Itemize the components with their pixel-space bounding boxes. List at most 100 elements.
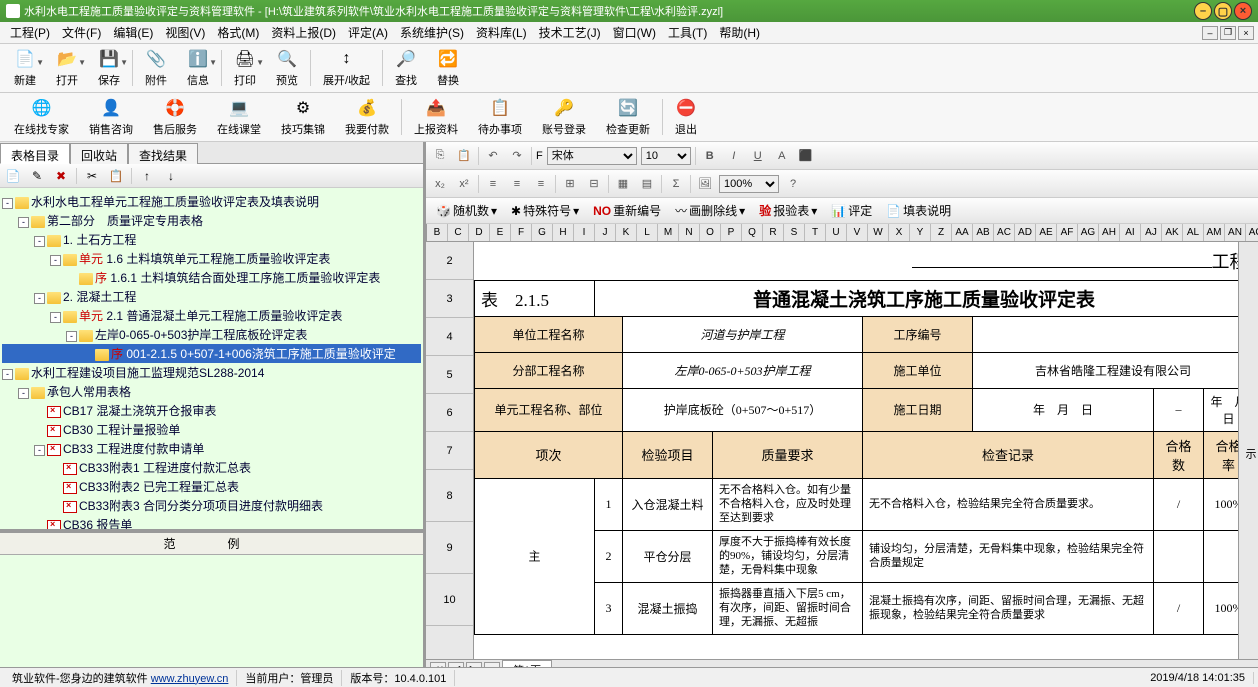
menu-item[interactable]: 视图(V) <box>159 24 211 42</box>
menu-item[interactable]: 系统维护(S) <box>394 24 470 42</box>
tree-toggle-icon[interactable]: - <box>2 369 13 380</box>
col-header[interactable]: AC <box>994 224 1015 241</box>
tool-技巧集锦[interactable]: ⚙技巧集锦 <box>271 95 335 139</box>
tree-del-icon[interactable]: ✖ <box>52 167 70 185</box>
row-header[interactable]: 3 <box>426 280 473 318</box>
draw-del-button[interactable]: 〰画删除线▾ <box>671 200 749 221</box>
menu-item[interactable]: 工程(P) <box>4 24 56 42</box>
col-header[interactable]: AK <box>1162 224 1183 241</box>
tool-查找[interactable]: 🔎查找 <box>385 46 427 90</box>
tree-node[interactable]: -水利工程建设项目施工监理规范SL288-2014 <box>2 363 421 382</box>
tree-node[interactable]: -单元 1.6 土料填筑单元工程施工质量验收评定表 <box>2 249 421 268</box>
mdi-close[interactable]: × <box>1238 26 1254 40</box>
tree-node[interactable]: 序 001-2.1.5 0+507-1+006浇筑工序施工质量验收评定 <box>2 344 421 363</box>
tool-检查更新[interactable]: 🔄检查更新 <box>596 95 660 139</box>
menu-item[interactable]: 技术工艺(J) <box>533 24 607 42</box>
tool-预览[interactable]: 🔍预览 <box>266 46 308 90</box>
menu-item[interactable]: 工具(T) <box>662 24 713 42</box>
tree-toggle-icon[interactable]: - <box>50 312 61 323</box>
col-header[interactable]: C <box>448 224 469 241</box>
tree-node[interactable]: -水利水电工程单元工程施工质量验收评定表及填表说明 <box>2 192 421 211</box>
col-header[interactable]: L <box>637 224 658 241</box>
col-header[interactable]: AB <box>973 224 994 241</box>
menu-item[interactable]: 编辑(E) <box>107 24 159 42</box>
col-header[interactable]: F <box>511 224 532 241</box>
tool-附件[interactable]: 📎附件 <box>135 46 177 90</box>
tool-售后服务[interactable]: 🛟售后服务 <box>143 95 207 139</box>
col-header[interactable]: S <box>784 224 805 241</box>
mdi-restore[interactable]: ❐ <box>1220 26 1236 40</box>
col-header[interactable]: AE <box>1036 224 1057 241</box>
tool-信息[interactable]: ℹ️信息▼ <box>177 46 219 90</box>
image-icon[interactable]: 🖼 <box>695 174 715 194</box>
tree-cut-icon[interactable]: ✂ <box>83 167 101 185</box>
col-header[interactable]: J <box>595 224 616 241</box>
tool-保存[interactable]: 💾保存▼ <box>88 46 130 90</box>
tree-node[interactable]: -2. 混凝土工程 <box>2 287 421 306</box>
tree-node[interactable]: CB33附表3 合同分类分项项目进度付款明细表 <box>2 496 421 515</box>
tree-toggle-icon[interactable]: - <box>66 331 77 342</box>
row-header[interactable]: 9 <box>426 522 473 574</box>
menu-item[interactable]: 评定(A) <box>342 24 394 42</box>
tool-退出[interactable]: ⛔退出 <box>665 95 707 139</box>
bold-icon[interactable]: B <box>700 146 720 166</box>
grid-icon[interactable]: ▤ <box>637 174 657 194</box>
align-center-icon[interactable]: ≡ <box>507 174 527 194</box>
sub-icon[interactable]: x₂ <box>430 174 450 194</box>
col-header[interactable]: AI <box>1120 224 1141 241</box>
col-header[interactable]: Q <box>742 224 763 241</box>
col-header[interactable]: N <box>679 224 700 241</box>
tool-我要付款[interactable]: 💰我要付款 <box>335 95 399 139</box>
tree-node[interactable]: CB33附表2 已完工程量汇总表 <box>2 477 421 496</box>
status-url-link[interactable]: www.zhuyew.cn <box>151 673 229 685</box>
col-header[interactable]: O <box>700 224 721 241</box>
row-header[interactable]: 6 <box>426 394 473 432</box>
tree-toggle-icon[interactable]: - <box>18 217 29 228</box>
maximize-button[interactable]: ▢ <box>1214 2 1232 20</box>
col-header[interactable]: P <box>721 224 742 241</box>
col-header[interactable]: D <box>469 224 490 241</box>
row-header[interactable]: 5 <box>426 356 473 394</box>
col-header[interactable]: K <box>616 224 637 241</box>
sheet-content[interactable]: 工程 表 2.1.5普通混凝土浇筑工序施工质量验收评定表 单位工程名称河道与护岸… <box>474 242 1238 659</box>
tool-待办事项[interactable]: 📋待办事项 <box>468 95 532 139</box>
tool-上报资料[interactable]: 📤上报资料 <box>404 95 468 139</box>
col-header[interactable]: V <box>847 224 868 241</box>
tree-toggle-icon[interactable]: - <box>50 255 61 266</box>
row-header[interactable]: 8 <box>426 470 473 522</box>
row-header[interactable]: 10 <box>426 574 473 626</box>
col-header[interactable]: W <box>868 224 889 241</box>
tree-node[interactable]: CB30 工程计量报验单 <box>2 420 421 439</box>
col-header[interactable]: Y <box>910 224 931 241</box>
minimize-button[interactable]: – <box>1194 2 1212 20</box>
col-header[interactable]: AL <box>1183 224 1204 241</box>
tool-打开[interactable]: 📂打开▼ <box>46 46 88 90</box>
col-header[interactable]: AJ <box>1141 224 1162 241</box>
border-icon[interactable]: ▦ <box>613 174 633 194</box>
tree-toggle-icon[interactable]: - <box>34 293 45 304</box>
col-header[interactable]: G <box>532 224 553 241</box>
menu-item[interactable]: 文件(F) <box>56 24 107 42</box>
tree-node[interactable]: -承包人常用表格 <box>2 382 421 401</box>
bgcolor-icon[interactable]: ⬛ <box>796 146 816 166</box>
tree-node[interactable]: 序 1.6.1 土料填筑结合面处理工序施工质量验收评定表 <box>2 268 421 287</box>
col-header[interactable]: AA <box>952 224 973 241</box>
col-header[interactable]: AG <box>1078 224 1099 241</box>
tree-toggle-icon[interactable]: - <box>34 236 45 247</box>
col-header[interactable]: AM <box>1204 224 1225 241</box>
tool-新建[interactable]: 📄新建▼ <box>4 46 46 90</box>
tree-node[interactable]: -CB33 工程进度付款申请单 <box>2 439 421 458</box>
col-header[interactable]: X <box>889 224 910 241</box>
tree-node[interactable]: -第二部分 质量评定专用表格 <box>2 211 421 230</box>
tree-down-icon[interactable]: ↓ <box>162 167 180 185</box>
tree-node[interactable]: CB33附表1 工程进度付款汇总表 <box>2 458 421 477</box>
close-button[interactable]: × <box>1234 2 1252 20</box>
menu-item[interactable]: 格式(M) <box>211 24 265 42</box>
tool-账号登录[interactable]: 🔑账号登录 <box>532 95 596 139</box>
col-header[interactable]: Z <box>931 224 952 241</box>
tree-edit-icon[interactable]: ✎ <box>28 167 46 185</box>
italic-icon[interactable]: I <box>724 146 744 166</box>
font-family-select[interactable]: 宋体 <box>547 147 637 165</box>
row-header[interactable]: 2 <box>426 242 473 280</box>
left-tab[interactable]: 回收站 <box>70 143 128 164</box>
